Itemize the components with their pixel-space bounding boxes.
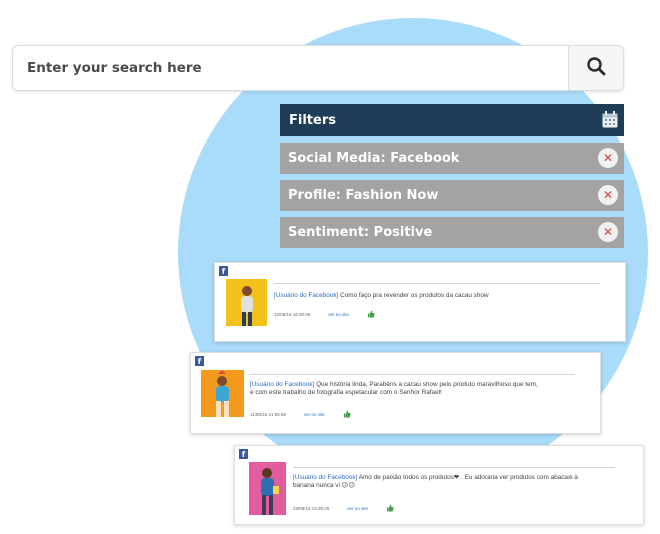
post-timestamp: 12/09/16 16:20:06 bbox=[274, 312, 311, 317]
search-button[interactable] bbox=[568, 46, 623, 90]
thumbs-up-icon[interactable] bbox=[386, 504, 394, 513]
search-input[interactable] bbox=[13, 46, 569, 90]
view-on-site-link[interactable]: ver no site bbox=[328, 312, 349, 317]
search-bar bbox=[12, 45, 624, 91]
filters-title: Filters bbox=[289, 112, 336, 128]
calendar-icon[interactable] bbox=[602, 111, 618, 132]
facebook-icon: f bbox=[195, 356, 204, 366]
filter-chip-label: Profile: Fashion Now bbox=[288, 188, 439, 203]
view-on-site-link[interactable]: ver no site bbox=[304, 412, 325, 417]
close-icon[interactable]: ✕ bbox=[598, 148, 618, 168]
filter-chip-sentiment: Sentiment: Positive ✕ bbox=[280, 217, 624, 248]
filter-chip-label: Social Media: Facebook bbox=[288, 151, 460, 166]
post-card: f [Usuário do Facebook] Como faço pra re… bbox=[214, 262, 626, 342]
filters-header: Filters bbox=[280, 104, 624, 136]
post-text: [Usuário do Facebook] Que história linda… bbox=[250, 381, 542, 397]
divider bbox=[274, 283, 600, 284]
post-meta: 23/08/16 13:36:28 ver no site bbox=[293, 504, 394, 513]
thumbs-up-icon[interactable] bbox=[367, 310, 375, 319]
post-user-link[interactable]: [Usuário do Facebook] bbox=[250, 381, 314, 388]
close-icon[interactable]: ✕ bbox=[598, 222, 618, 242]
divider bbox=[293, 467, 615, 468]
post-meta: 11/08/16 21:06:56 ver no site bbox=[250, 410, 351, 419]
post-thumbnail bbox=[226, 279, 267, 326]
divider bbox=[250, 374, 575, 375]
view-on-site-link[interactable]: ver no site bbox=[347, 506, 368, 511]
post-text: [Usuário do Facebook] Amo de paixão todo… bbox=[293, 474, 593, 490]
post-card: f [Usuário do Facebook] Amo de paixão to… bbox=[234, 445, 644, 525]
post-user-link[interactable]: [Usuário do Facebook] bbox=[274, 292, 338, 299]
post-card: f [Usuário do Facebook] Que história lin… bbox=[190, 352, 601, 434]
facebook-icon: f bbox=[219, 266, 228, 276]
filter-chip-profile: Profile: Fashion Now ✕ bbox=[280, 180, 624, 211]
post-thumbnail bbox=[249, 462, 286, 515]
post-meta: 12/09/16 16:20:06 ver no site bbox=[274, 310, 375, 319]
post-timestamp: 11/08/16 21:06:56 bbox=[250, 412, 286, 417]
search-icon bbox=[586, 56, 606, 81]
post-text: [Usuário do Facebook] Como faço pra reve… bbox=[274, 292, 604, 300]
post-timestamp: 23/08/16 13:36:28 bbox=[293, 506, 330, 511]
post-user-link[interactable]: [Usuário do Facebook] bbox=[293, 474, 357, 481]
post-message: Como faço pra revender os produtos da ca… bbox=[338, 292, 489, 299]
filter-chip-label: Sentiment: Positive bbox=[288, 225, 433, 240]
post-thumbnail bbox=[201, 370, 244, 417]
facebook-icon: f bbox=[239, 449, 248, 459]
filter-chip-social-media: Social Media: Facebook ✕ bbox=[280, 143, 624, 174]
thumbs-up-icon[interactable] bbox=[343, 410, 351, 419]
close-icon[interactable]: ✕ bbox=[598, 185, 618, 205]
